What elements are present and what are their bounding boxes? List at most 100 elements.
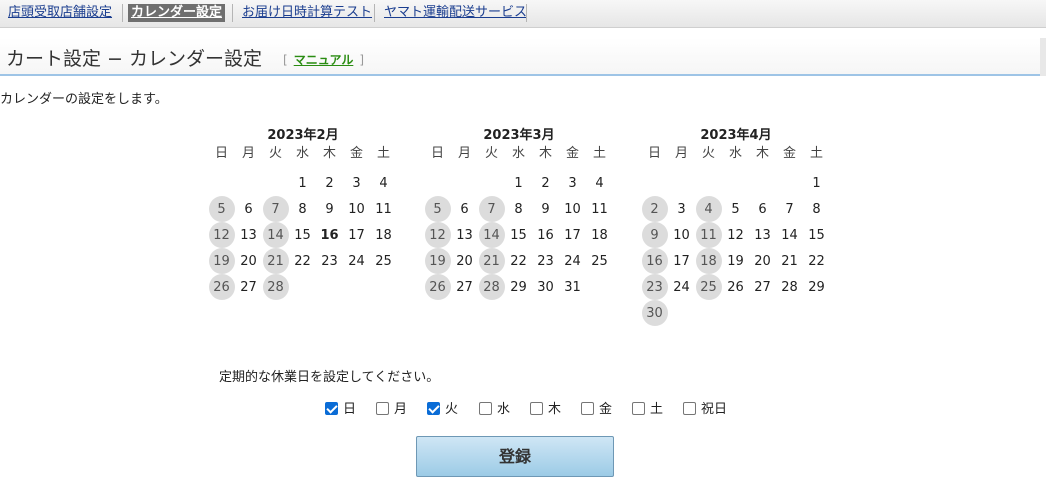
calendar-day[interactable]: 27 xyxy=(235,274,262,300)
calendar-day[interactable]: 20 xyxy=(235,248,262,274)
calendar-day[interactable]: 18 xyxy=(695,248,722,274)
calendar-day[interactable]: 30 xyxy=(641,300,668,326)
calendar-day[interactable]: 5 xyxy=(424,196,451,222)
calendar-day[interactable]: 24 xyxy=(668,274,695,300)
calendar-day[interactable]: 13 xyxy=(451,222,478,248)
calendar-day[interactable]: 7 xyxy=(478,196,505,222)
calendar-day[interactable]: 14 xyxy=(478,222,505,248)
calendar-day[interactable]: 17 xyxy=(343,222,370,248)
calendar-day[interactable]: 5 xyxy=(722,196,749,222)
calendar-day[interactable]: 10 xyxy=(343,196,370,222)
calendar-day[interactable]: 31 xyxy=(559,274,586,300)
calendar-day[interactable]: 25 xyxy=(695,274,722,300)
calendar-day[interactable]: 2 xyxy=(641,196,668,222)
nav-store-pickup-settings[interactable]: 店頭受取店舗設定 xyxy=(5,4,115,22)
calendar-day[interactable]: 25 xyxy=(586,248,613,274)
checkbox-icon[interactable] xyxy=(479,402,492,415)
holiday-checkbox-tue[interactable]: 火 xyxy=(427,401,458,419)
calendar-day[interactable]: 23 xyxy=(316,248,343,274)
calendar-day[interactable]: 25 xyxy=(370,248,397,274)
calendar-day[interactable]: 3 xyxy=(559,170,586,196)
calendar-day[interactable]: 21 xyxy=(776,248,803,274)
calendar-day[interactable]: 4 xyxy=(370,170,397,196)
calendar-day[interactable]: 19 xyxy=(208,248,235,274)
calendar-day[interactable]: 6 xyxy=(451,196,478,222)
checkbox-icon[interactable] xyxy=(325,402,338,415)
calendar-day[interactable]: 18 xyxy=(586,222,613,248)
calendar-day[interactable]: 22 xyxy=(289,248,316,274)
calendar-day[interactable]: 11 xyxy=(695,222,722,248)
calendar-day[interactable]: 26 xyxy=(722,274,749,300)
calendar-day[interactable]: 29 xyxy=(803,274,830,300)
calendar-day[interactable]: 24 xyxy=(343,248,370,274)
calendar-day[interactable]: 26 xyxy=(424,274,451,300)
calendar-day[interactable]: 13 xyxy=(235,222,262,248)
calendar-day[interactable]: 1 xyxy=(289,170,316,196)
calendar-day[interactable]: 16 xyxy=(532,222,559,248)
calendar-day[interactable]: 7 xyxy=(262,196,289,222)
calendar-day[interactable]: 17 xyxy=(559,222,586,248)
calendar-day[interactable]: 13 xyxy=(749,222,776,248)
register-button[interactable]: 登録 xyxy=(416,436,614,477)
checkbox-icon[interactable] xyxy=(581,402,594,415)
checkbox-icon[interactable] xyxy=(632,402,645,415)
calendar-day[interactable]: 29 xyxy=(505,274,532,300)
calendar-day[interactable]: 9 xyxy=(532,196,559,222)
calendar-day[interactable]: 12 xyxy=(208,222,235,248)
calendar-day[interactable]: 3 xyxy=(343,170,370,196)
calendar-day[interactable]: 8 xyxy=(803,196,830,222)
holiday-checkbox-thu[interactable]: 木 xyxy=(530,401,561,419)
manual-link[interactable]: マニュアル xyxy=(294,53,354,67)
holiday-checkbox-wed[interactable]: 水 xyxy=(479,401,510,419)
checkbox-icon[interactable] xyxy=(427,402,440,415)
calendar-day[interactable]: 20 xyxy=(451,248,478,274)
calendar-day[interactable]: 1 xyxy=(803,170,830,196)
calendar-day[interactable]: 28 xyxy=(262,274,289,300)
calendar-day[interactable]: 12 xyxy=(424,222,451,248)
calendar-day[interactable]: 27 xyxy=(749,274,776,300)
nav-yamato-delivery-service[interactable]: ヤマト運輸配送サービス xyxy=(381,4,530,22)
calendar-day[interactable]: 16 xyxy=(316,222,343,248)
holiday-checkbox-sat[interactable]: 土 xyxy=(632,401,663,419)
calendar-day[interactable]: 2 xyxy=(316,170,343,196)
calendar-day[interactable]: 6 xyxy=(749,196,776,222)
holiday-checkbox-sun[interactable]: 日 xyxy=(325,401,356,419)
nav-delivery-date-test[interactable]: お届け日時計算テスト xyxy=(239,4,375,22)
calendar-day[interactable]: 21 xyxy=(262,248,289,274)
calendar-day[interactable]: 7 xyxy=(776,196,803,222)
calendar-day[interactable]: 11 xyxy=(586,196,613,222)
calendar-day[interactable]: 10 xyxy=(559,196,586,222)
calendar-day[interactable]: 9 xyxy=(316,196,343,222)
calendar-day[interactable]: 21 xyxy=(478,248,505,274)
calendar-day[interactable]: 22 xyxy=(803,248,830,274)
calendar-day[interactable]: 16 xyxy=(641,248,668,274)
calendar-day[interactable]: 4 xyxy=(586,170,613,196)
calendar-day[interactable]: 8 xyxy=(505,196,532,222)
checkbox-icon[interactable] xyxy=(376,402,389,415)
calendar-day[interactable]: 28 xyxy=(478,274,505,300)
calendar-day[interactable]: 15 xyxy=(803,222,830,248)
calendar-day[interactable]: 18 xyxy=(370,222,397,248)
calendar-day[interactable]: 12 xyxy=(722,222,749,248)
calendar-day[interactable]: 4 xyxy=(695,196,722,222)
holiday-checkbox-fri[interactable]: 金 xyxy=(581,401,612,419)
nav-calendar-settings[interactable]: カレンダー設定 xyxy=(128,4,226,22)
checkbox-icon[interactable] xyxy=(683,402,696,415)
calendar-day[interactable]: 5 xyxy=(208,196,235,222)
calendar-day[interactable]: 17 xyxy=(668,248,695,274)
calendar-day[interactable]: 23 xyxy=(641,274,668,300)
calendar-day[interactable]: 2 xyxy=(532,170,559,196)
calendar-day[interactable]: 6 xyxy=(235,196,262,222)
calendar-day[interactable]: 27 xyxy=(451,274,478,300)
calendar-day[interactable]: 9 xyxy=(641,222,668,248)
calendar-day[interactable]: 19 xyxy=(722,248,749,274)
checkbox-icon[interactable] xyxy=(530,402,543,415)
calendar-day[interactable]: 15 xyxy=(505,222,532,248)
calendar-day[interactable]: 11 xyxy=(370,196,397,222)
calendar-day[interactable]: 3 xyxy=(668,196,695,222)
calendar-day[interactable]: 14 xyxy=(776,222,803,248)
calendar-day[interactable]: 28 xyxy=(776,274,803,300)
calendar-day[interactable]: 22 xyxy=(505,248,532,274)
calendar-day[interactable]: 1 xyxy=(505,170,532,196)
calendar-day[interactable]: 26 xyxy=(208,274,235,300)
